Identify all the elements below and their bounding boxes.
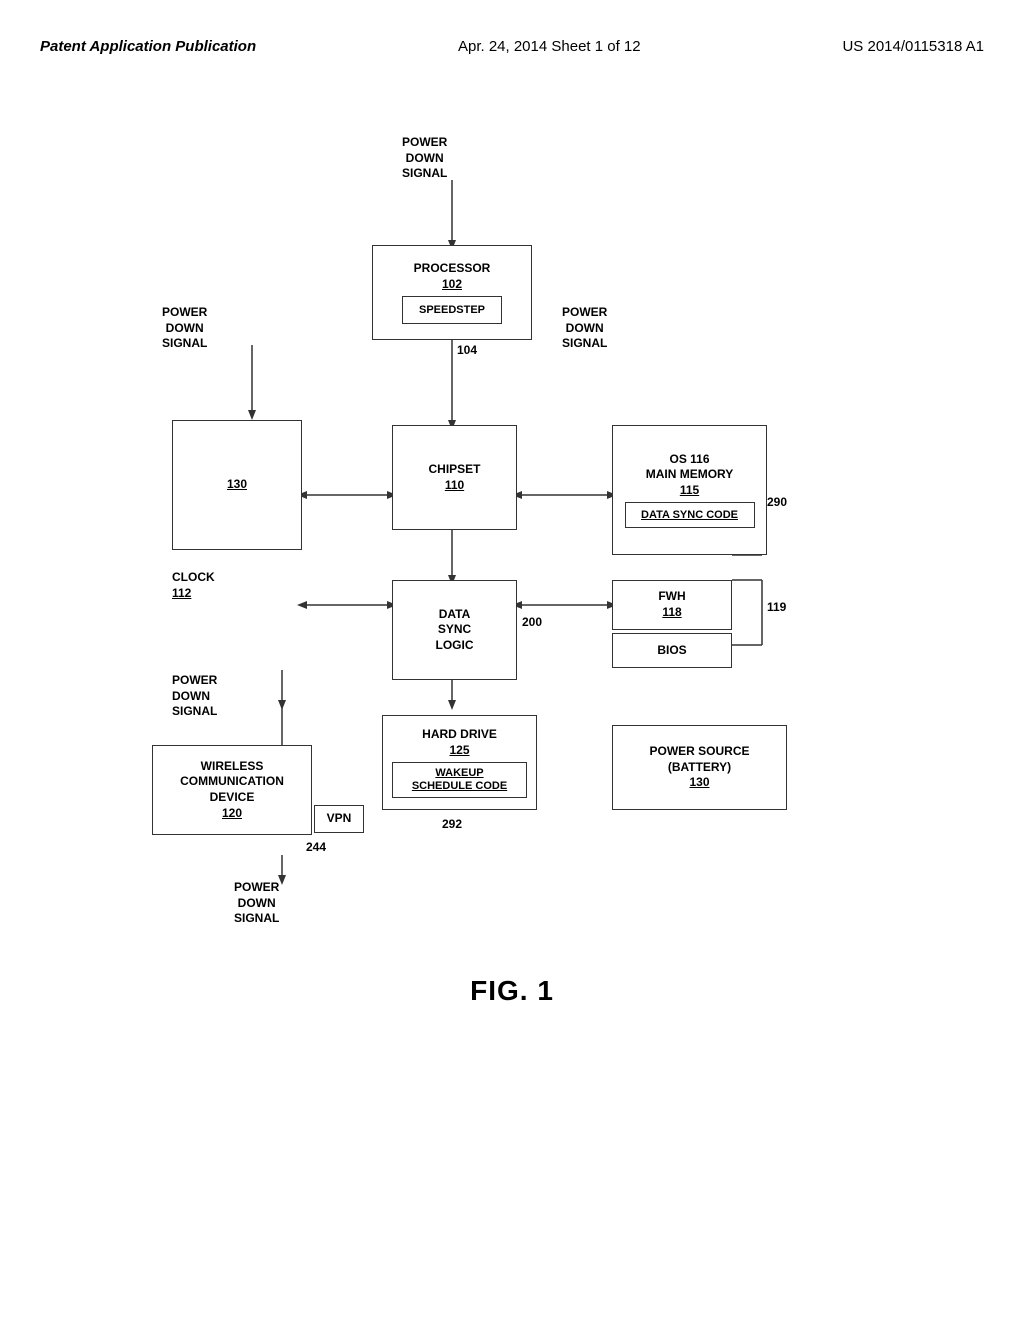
- wireless-num: 120: [222, 806, 242, 822]
- power-source-box: POWER SOURCE(BATTERY) 130: [612, 725, 787, 810]
- label-292: 292: [442, 817, 462, 833]
- processor-box: PROCESSOR 102 SPEEDSTEP: [372, 245, 532, 340]
- page-header: Patent Application Publication Apr. 24, …: [40, 20, 984, 65]
- page: Patent Application Publication Apr. 24, …: [0, 0, 1024, 1320]
- power-source-num: 130: [689, 775, 709, 791]
- header-left: Patent Application Publication: [40, 38, 256, 55]
- wireless-box: WIRELESSCOMMUNICATIONDEVICE 120: [152, 745, 312, 835]
- header-center: Apr. 24, 2014 Sheet 1 of 12: [458, 38, 641, 55]
- power-down-signal-top: POWERDOWNSIGNAL: [402, 135, 447, 182]
- chipset-num: 110: [445, 478, 464, 494]
- label-200: 200: [522, 615, 542, 631]
- chipset-box: CHIPSET 110: [392, 425, 517, 530]
- label-244: 244: [306, 840, 326, 856]
- wakeup-schedule-box: WAKEUPSCHEDULE CODE: [392, 762, 527, 798]
- power-source-label: POWER SOURCE(BATTERY): [649, 744, 749, 775]
- main-memory-box: OS 116 MAIN MEMORY 115 DATA SYNC CODE: [612, 425, 767, 555]
- processor-label: PROCESSOR: [414, 261, 491, 277]
- fwh-label: FWH: [658, 589, 685, 605]
- bios-label: BIOS: [657, 643, 686, 659]
- header-right: US 2014/0115318 A1: [842, 38, 984, 55]
- speedstep-box: SPEEDSTEP: [402, 296, 502, 324]
- clock-label: CLOCK112: [172, 570, 215, 601]
- wireless-label: WIRELESSCOMMUNICATIONDEVICE: [180, 759, 284, 806]
- fwh-num: 118: [662, 605, 681, 621]
- chipset-label: CHIPSET: [428, 462, 480, 478]
- hard-drive-num: 125: [449, 743, 469, 759]
- box-130: 130: [172, 420, 302, 550]
- power-down-signal-wireless-bottom: POWERDOWNSIGNAL: [234, 880, 279, 927]
- power-down-signal-left: POWERDOWNSIGNAL: [162, 305, 207, 352]
- label-104: 104: [457, 343, 477, 359]
- label-290: 290: [767, 495, 787, 511]
- power-down-signal-clock: POWERDOWNSIGNAL: [172, 673, 217, 720]
- os-label: OS 116: [669, 452, 709, 468]
- vpn-label: VPN: [327, 811, 352, 827]
- wakeup-schedule-label: WAKEUPSCHEDULE CODE: [412, 767, 507, 793]
- data-sync-code-label: DATA SYNC CODE: [641, 508, 738, 522]
- main-memory-num: 115: [680, 483, 699, 499]
- vpn-box: VPN: [314, 805, 364, 833]
- box-130-num: 130: [227, 477, 247, 493]
- figure-caption: FIG. 1: [40, 975, 984, 1007]
- label-119: 119: [767, 600, 786, 616]
- data-sync-logic-label: DATASYNCLOGIC: [436, 607, 474, 654]
- data-sync-code-box: DATA SYNC CODE: [625, 502, 755, 528]
- data-sync-logic-box: DATASYNCLOGIC: [392, 580, 517, 680]
- fwh-box: FWH 118: [612, 580, 732, 630]
- processor-num: 102: [442, 277, 462, 293]
- hard-drive-label: HARD DRIVE: [422, 727, 497, 743]
- power-down-signal-right: POWERDOWNSIGNAL: [562, 305, 607, 352]
- main-memory-label: MAIN MEMORY: [646, 467, 734, 483]
- hard-drive-box: HARD DRIVE 125 WAKEUPSCHEDULE CODE: [382, 715, 537, 810]
- bios-box: BIOS: [612, 633, 732, 668]
- speedstep-label: SPEEDSTEP: [419, 303, 485, 317]
- diagram-container: POWERDOWNSIGNAL POWERDOWNSIGNAL PROCESSO…: [82, 125, 942, 945]
